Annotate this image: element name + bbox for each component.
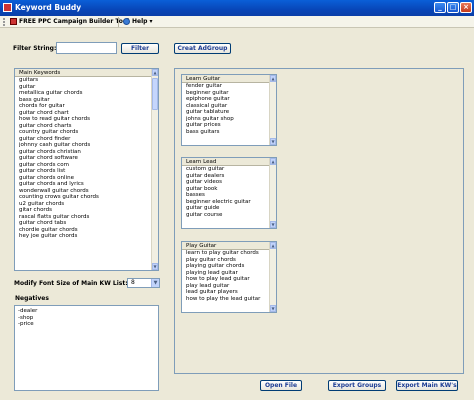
help-menu-label: Help bbox=[132, 18, 148, 25]
chevron-down-icon: ▾ bbox=[149, 18, 153, 25]
help-menu[interactable]: Help ▾ bbox=[123, 17, 153, 27]
negatives-textarea[interactable]: -dealer -shop -price bbox=[14, 305, 159, 391]
main-keywords-items: guitars guitar metallica guitar chords bass… bbox=[15, 77, 158, 240]
adgroup-items: custom guitar guitar dealers guitar videos… bbox=[182, 166, 276, 218]
help-icon bbox=[123, 18, 130, 25]
negatives-items: -dealer -shop -price bbox=[18, 308, 155, 328]
adgroup-header: Learn Lead bbox=[182, 158, 276, 166]
font-size-label: Modify Font Size of Main KW List: bbox=[14, 280, 128, 287]
list-item[interactable]: bass guitars bbox=[186, 129, 276, 136]
maximize-button[interactable]: □ bbox=[447, 2, 459, 13]
scroll-up-icon[interactable]: ▲ bbox=[152, 69, 158, 76]
main-keywords-header: Main Keywords bbox=[15, 69, 158, 77]
scroll-down-icon[interactable]: ▼ bbox=[270, 305, 276, 312]
app-logo-icon bbox=[10, 18, 17, 25]
filter-input[interactable] bbox=[56, 42, 117, 54]
app-menu-item[interactable]: FREE PPC Campaign Builder Tool bbox=[10, 17, 129, 27]
main-keywords-scrollbar[interactable]: ▲ ▼ bbox=[151, 69, 158, 270]
minimize-button[interactable]: _ bbox=[434, 2, 446, 13]
adgroup-header: Learn Guitar bbox=[182, 75, 276, 83]
title-bar: Keyword Buddy _ □ × bbox=[0, 0, 474, 16]
negative-item: -price bbox=[18, 321, 34, 327]
font-size-value: 8 bbox=[131, 279, 135, 286]
scroll-down-icon[interactable]: ▼ bbox=[270, 221, 276, 228]
app-icon bbox=[3, 3, 12, 12]
toolbar-grip[interactable] bbox=[3, 18, 5, 26]
adgroup-items: fender guitar beginner guitar epiphone gui… bbox=[182, 83, 276, 135]
filter-button[interactable]: Filter bbox=[121, 43, 159, 54]
adgroup-items: learn to play guitar chords play guitar c… bbox=[182, 250, 276, 302]
negatives-label: Negatives bbox=[15, 295, 49, 302]
adgroup-scrollbar[interactable]: ▲ ▼ bbox=[269, 242, 276, 312]
toolbar-separator bbox=[118, 17, 119, 27]
scroll-thumb[interactable] bbox=[152, 78, 158, 110]
open-file-button[interactable]: Open File bbox=[260, 380, 302, 391]
list-item[interactable]: guitar course bbox=[186, 212, 276, 219]
scroll-down-icon[interactable]: ▼ bbox=[152, 263, 158, 270]
adgroup-list[interactable]: Learn Guitar fender guitar beginner guitar… bbox=[181, 74, 277, 146]
close-button[interactable]: × bbox=[460, 2, 472, 13]
list-item[interactable]: hey joe guitar chords bbox=[19, 233, 158, 240]
adgroup-list[interactable]: Play Guitar learn to play guitar chords pl… bbox=[181, 241, 277, 313]
scroll-down-icon[interactable]: ▼ bbox=[270, 138, 276, 145]
filter-label: Filter String: bbox=[13, 45, 57, 52]
list-item[interactable]: how to play the lead guitar bbox=[186, 296, 276, 303]
scroll-up-icon[interactable]: ▲ bbox=[270, 242, 276, 249]
chevron-down-icon[interactable]: ▼ bbox=[151, 279, 159, 287]
main-keywords-list[interactable]: Main Keywords guitars guitar metallica gui… bbox=[14, 68, 159, 271]
scroll-up-icon[interactable]: ▲ bbox=[270, 75, 276, 82]
export-main-kws-button[interactable]: Export Main KW's bbox=[396, 380, 458, 391]
font-size-select[interactable]: 8 ▼ bbox=[127, 278, 160, 288]
app-menu-label: FREE PPC Campaign Builder Tool bbox=[19, 18, 130, 25]
adgroup-list[interactable]: Learn Lead custom guitar guitar dealers gui… bbox=[181, 157, 277, 229]
adgroup-header: Play Guitar bbox=[182, 242, 276, 250]
toolbar: FREE PPC Campaign Builder Tool Help ▾ bbox=[0, 16, 474, 28]
create-adgroup-button[interactable]: Creat AdGroup bbox=[174, 43, 231, 54]
adgroup-scrollbar[interactable]: ▲ ▼ bbox=[269, 75, 276, 145]
adgroup-scrollbar[interactable]: ▲ ▼ bbox=[269, 158, 276, 228]
export-groups-button[interactable]: Export Groups bbox=[328, 380, 386, 391]
scroll-up-icon[interactable]: ▲ bbox=[270, 158, 276, 165]
window-title: Keyword Buddy bbox=[15, 3, 82, 12]
